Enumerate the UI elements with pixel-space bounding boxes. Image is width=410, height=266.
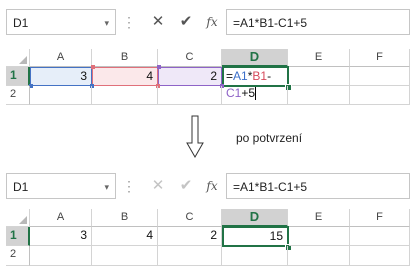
cell-c1[interactable]: 2 [158,67,222,86]
caption-after-confirm: po potvrzení [236,131,303,145]
formula-text: =A1*B1-C1+5 [233,16,308,30]
cell-b1[interactable]: 4 [92,67,158,86]
cell-b2[interactable] [92,86,158,105]
cell-a2[interactable] [30,246,92,266]
cell-f1[interactable] [350,67,410,86]
select-all-corner[interactable] [6,209,30,227]
name-box-value: D1 [13,16,29,30]
cell-d2[interactable] [222,246,288,266]
cell-f2[interactable] [350,246,410,266]
cell-c2[interactable] [158,86,222,105]
cell-d1-selected[interactable]: 15 [222,226,289,247]
column-header-f[interactable]: F [350,49,410,67]
enter-icon[interactable]: ✔ [174,173,198,199]
cell-e1[interactable] [289,227,350,246]
select-all-corner[interactable] [6,49,30,67]
formula-input[interactable]: =A1*B1-C1+5 [226,173,410,199]
row-header-2[interactable]: 2 [6,86,30,105]
cell-e1[interactable] [289,67,350,86]
cell-b1[interactable]: 4 [92,227,158,246]
cell-a1[interactable]: 3 [30,227,92,246]
cell-b2[interactable] [92,246,158,266]
cell-d2[interactable] [222,86,288,105]
name-box[interactable]: D1 ▾ [6,9,116,35]
formula-ref-b1: B1 [252,69,268,83]
chevron-down-icon[interactable]: ▾ [104,174,109,200]
formula-part-equals: = [226,69,234,83]
corner-triangle-icon [19,216,27,224]
column-header-d[interactable]: D [222,209,288,227]
cell-a2[interactable] [30,86,92,105]
cell-f2[interactable] [350,86,410,105]
cell-e2[interactable] [288,86,350,105]
column-header-d[interactable]: D [222,49,288,67]
column-header-a[interactable]: A [30,209,92,227]
name-box[interactable]: D1 ▾ [6,173,116,199]
separator-icon: ⋮ [122,178,136,194]
formula-op-minus: - [267,69,272,83]
column-header-c[interactable]: C [158,209,222,227]
cell-a1[interactable]: 3 [30,67,92,86]
column-header-b[interactable]: B [92,209,158,227]
cell-c2[interactable] [158,246,222,266]
column-header-c[interactable]: C [158,49,222,67]
ref-handle-b1[interactable] [91,65,95,69]
row-header-1[interactable]: 1 [6,67,30,86]
column-header-a[interactable]: A [30,49,92,67]
insert-function-icon[interactable]: fx [200,9,224,35]
down-arrow-icon [186,115,204,159]
ref-handle-c1[interactable] [157,65,161,69]
chevron-down-icon[interactable]: ▾ [104,10,109,36]
separator-icon: ⋮ [122,14,136,30]
cell-f1[interactable] [350,227,410,246]
cell-c1[interactable]: 2 [158,227,222,246]
cancel-icon[interactable]: ✕ [146,173,170,199]
cancel-icon[interactable]: ✕ [146,9,170,35]
corner-triangle-icon [19,56,27,64]
column-header-e[interactable]: E [288,209,350,227]
row-header-1[interactable]: 1 [6,227,30,246]
column-header-b[interactable]: B [92,49,158,67]
name-box-value: D1 [13,180,29,194]
column-header-e[interactable]: E [288,49,350,67]
formula-ref-a1: A1 [233,69,248,83]
formula-input[interactable]: =A1*B1-C1+5 [226,9,410,35]
column-header-f[interactable]: F [350,209,410,227]
formula-text: =A1*B1-C1+5 [233,180,308,194]
row-header-2[interactable]: 2 [6,246,30,266]
cell-e2[interactable] [288,246,350,266]
insert-function-icon[interactable]: fx [200,173,224,199]
cell-d1-editing[interactable]: =A1*B1-2C1+5 [222,66,289,101]
enter-icon[interactable]: ✔ [174,9,198,35]
